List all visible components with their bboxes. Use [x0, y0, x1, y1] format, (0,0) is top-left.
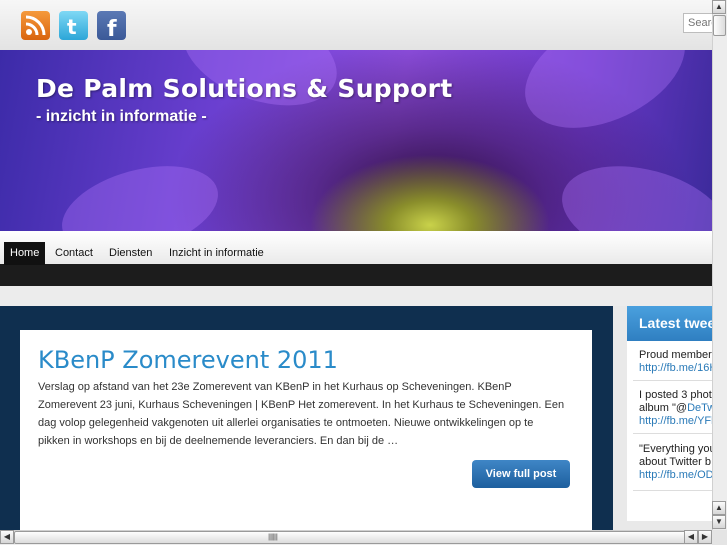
horizontal-scroll-thumb[interactable]	[14, 531, 696, 544]
post-title[interactable]: KBenP Zomerevent 2011	[38, 346, 338, 374]
site-subtitle: - inzicht in informatie -	[36, 108, 207, 125]
divider	[633, 433, 712, 434]
tweet-text: "Everything you	[639, 443, 712, 455]
search-input[interactable]	[683, 13, 712, 33]
scroll-left-icon[interactable]: ◀	[684, 530, 698, 544]
post-excerpt: Verslag op afstand van het 23e Zomereven…	[38, 381, 565, 447]
scroll-down-icon[interactable]: ▼	[712, 515, 726, 529]
scroll-up-icon[interactable]: ▲	[712, 501, 726, 515]
svg-text:t: t	[67, 15, 77, 39]
tweet-text: album "@	[639, 402, 688, 414]
nav-item-contact[interactable]: Contact	[55, 242, 93, 265]
view-full-post-button[interactable]: View full post	[472, 460, 570, 488]
divider	[633, 490, 712, 491]
svg-text:f: f	[107, 17, 117, 40]
tweet-link[interactable]: http://fb.me/16H	[639, 362, 712, 375]
scroll-right-icon[interactable]: ▶	[698, 530, 712, 544]
scroll-grip-icon: |||||||||||	[268, 534, 278, 541]
tweet-item: Proud member http://fb.me/16H	[639, 349, 712, 375]
facebook-icon[interactable]: f	[97, 11, 126, 40]
tweet-item: I posted 3 photo album "@DeTw http://fb.…	[639, 389, 712, 428]
vertical-scrollbar[interactable]	[712, 0, 727, 530]
nav-item-home[interactable]: Home	[4, 242, 46, 265]
scrollbar-corner	[712, 530, 727, 545]
scroll-up-icon[interactable]: ▲	[712, 0, 726, 14]
tweets-heading: Latest twee	[627, 306, 712, 341]
content-gap	[0, 286, 712, 306]
tweet-text: I posted 3 photo	[639, 389, 712, 401]
scroll-left-icon[interactable]: ◀	[0, 530, 14, 544]
nav-item-inzicht[interactable]: Inzicht in informatie	[169, 242, 264, 265]
twitter-icon[interactable]: t	[59, 11, 88, 40]
tweet-link[interactable]: http://fb.me/YFk	[639, 415, 712, 428]
vertical-scroll-thumb[interactable]	[713, 15, 726, 36]
divider	[633, 380, 712, 381]
tweet-text: about Twitter b	[639, 456, 711, 468]
tweet-text: Proud member	[639, 349, 712, 361]
rss-icon[interactable]	[21, 11, 50, 40]
nav-item-diensten[interactable]: Diensten	[109, 242, 152, 265]
nav-strip	[0, 264, 712, 286]
tweet-mention-link[interactable]: DeTw	[687, 402, 712, 414]
tweet-item: "Everything you about Twitter b http://f…	[639, 443, 712, 482]
tweet-link[interactable]: http://fb.me/OD	[639, 469, 712, 482]
site-title[interactable]: De Palm Solutions & Support	[36, 74, 453, 103]
